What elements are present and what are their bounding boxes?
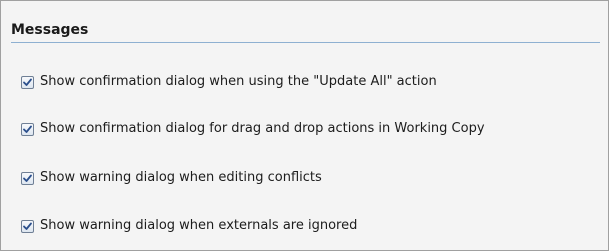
checkmark-icon: [23, 222, 32, 230]
option-label: Show warning dialog when editing conflic…: [40, 170, 322, 185]
group-divider: [11, 42, 600, 43]
option-label: Show warning dialog when externals are i…: [40, 218, 358, 233]
externals-ignored-checkbox[interactable]: [21, 219, 34, 233]
update-all-checkbox[interactable]: [21, 75, 34, 89]
messages-group-header: Messages: [11, 21, 600, 43]
option-warn-externals-ignored[interactable]: Show warning dialog when externals are i…: [21, 217, 357, 235]
editing-conflicts-checkbox[interactable]: [21, 171, 34, 185]
checkmark-icon: [23, 174, 32, 182]
checkmark-icon: [23, 125, 32, 133]
option-confirm-drag-drop[interactable]: Show confirmation dialog for drag and dr…: [21, 120, 485, 138]
drag-drop-checkbox[interactable]: [21, 122, 34, 136]
messages-group-title: Messages: [11, 22, 89, 38]
option-label: Show confirmation dialog for drag and dr…: [40, 121, 485, 136]
option-confirm-update-all[interactable]: Show confirmation dialog when using the …: [21, 73, 437, 91]
checkmark-icon: [23, 78, 32, 86]
preferences-panel: Messages Show confirmation dialog when u…: [0, 0, 609, 251]
option-warn-editing-conflicts[interactable]: Show warning dialog when editing conflic…: [21, 169, 322, 187]
option-label: Show confirmation dialog when using the …: [40, 74, 437, 89]
